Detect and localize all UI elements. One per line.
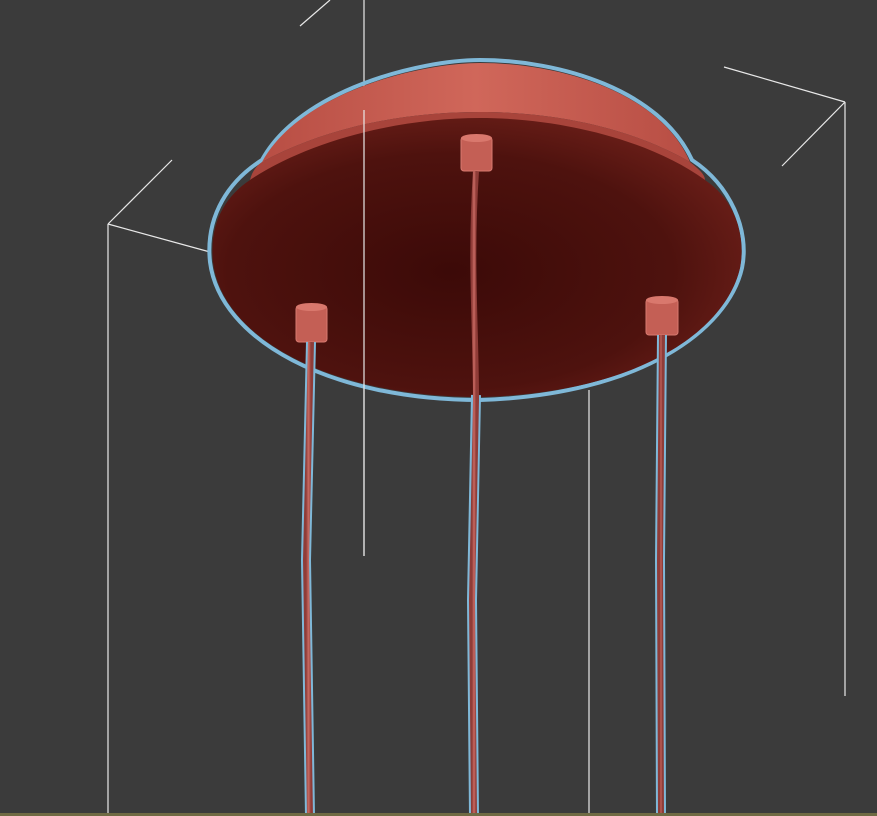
cord-mount-left — [295, 303, 328, 343]
bracket-line — [723, 66, 846, 103]
bracket-line — [299, 0, 331, 27]
bracket-line — [107, 223, 211, 253]
bracket-line — [781, 101, 846, 167]
cord-center — [468, 170, 480, 816]
viewport-scene[interactable] — [0, 0, 877, 816]
cord-mount-right — [645, 296, 679, 336]
3d-perspective-viewport[interactable] — [0, 0, 877, 816]
cord-mount-center — [460, 134, 493, 172]
cord-right — [656, 334, 665, 816]
bracket-line — [107, 159, 173, 225]
